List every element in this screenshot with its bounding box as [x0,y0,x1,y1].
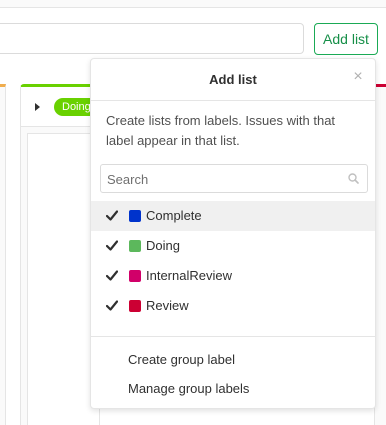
label-search-input[interactable] [107,169,341,189]
top-header-strip [0,0,386,8]
label-item-doing[interactable]: Doing [91,231,375,261]
check-icon [106,300,118,311]
label-item-name: InternalReview [146,268,232,283]
board-filter-input[interactable] [0,23,304,54]
dropdown-description: Create lists from labels. Issues with th… [106,113,336,148]
label-item-internalreview[interactable]: InternalReview [91,261,375,291]
dropdown-divider [91,336,375,337]
check-icon [106,270,118,281]
label-item-name: Doing [146,238,180,253]
label-item-review[interactable]: Review [91,291,375,321]
board-list-header: Doing [21,87,99,127]
label-color-swatch [129,300,141,312]
check-icon [106,240,118,251]
label-item-name: Review [146,298,189,313]
label-item-complete[interactable]: Complete [91,201,375,231]
label-search-field[interactable] [100,164,368,193]
label-list: Complete Doing InternalReview Review [91,201,375,321]
board-list-doing: Doing [20,84,100,425]
caret-right-icon[interactable] [35,103,40,111]
dropdown-header: Add list × [91,59,375,101]
manage-group-labels-link[interactable]: Manage group labels [128,381,249,396]
label-color-swatch [129,270,141,282]
label-item-name: Complete [146,208,202,223]
add-list-button[interactable]: Add list [314,23,378,55]
dropdown-title: Add list [209,72,257,87]
create-group-label-link[interactable]: Create group label [128,352,235,367]
label-color-swatch [129,240,141,252]
check-icon [106,210,118,221]
label-color-swatch [129,210,141,222]
close-icon[interactable]: × [351,69,365,85]
search-icon [348,173,359,184]
board-list-left [0,84,6,425]
add-list-dropdown: Add list × Create lists from labels. Iss… [90,58,376,409]
